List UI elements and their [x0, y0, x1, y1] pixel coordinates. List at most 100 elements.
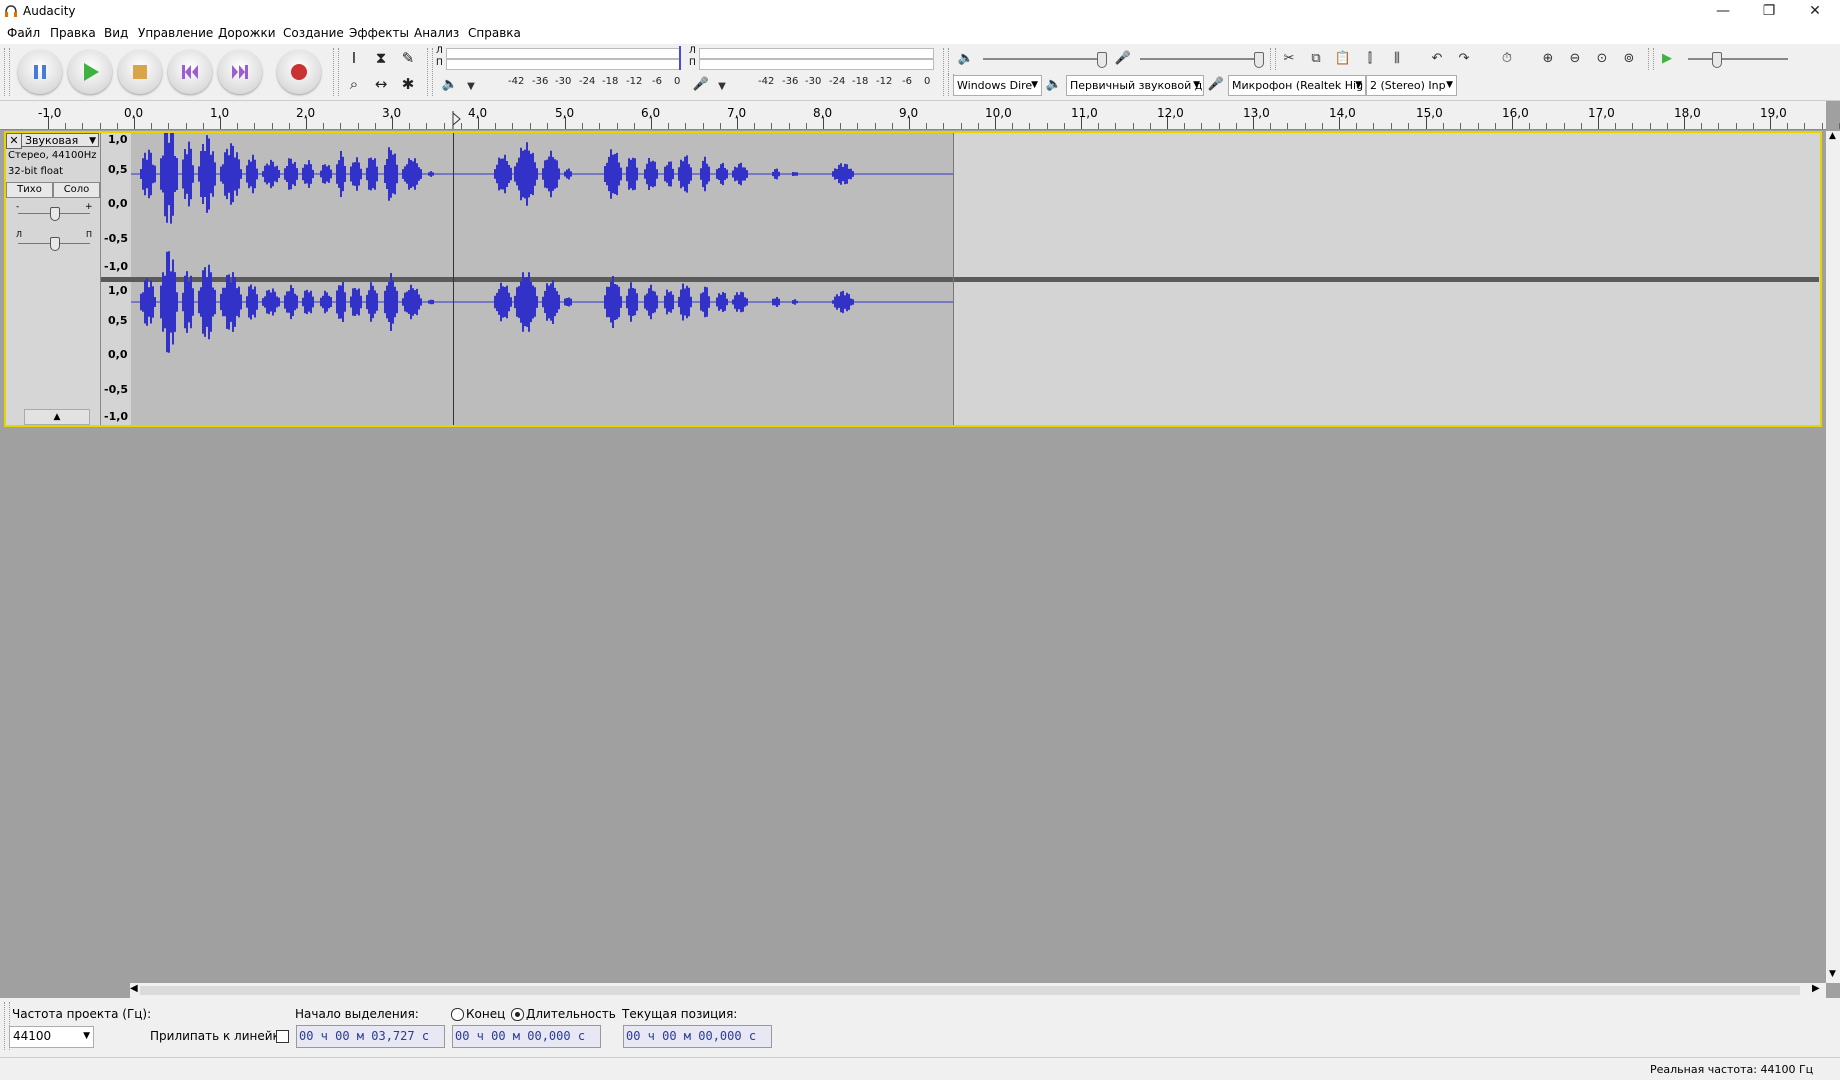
- playhead-marker-icon[interactable]: [452, 105, 462, 129]
- play-button[interactable]: [68, 50, 112, 94]
- ruler-minor-tick: [1322, 123, 1323, 129]
- end-radio[interactable]: [451, 1008, 464, 1021]
- waveform-display[interactable]: [131, 133, 953, 425]
- selection-start-field[interactable]: 00 ч 00 м 03,727 с: [296, 1025, 445, 1048]
- playback-volume-thumb[interactable]: [1097, 52, 1107, 68]
- sync-lock-icon[interactable]: ⏱: [1496, 48, 1518, 70]
- ruler-minor-tick: [1356, 123, 1357, 129]
- record-volume-thumb[interactable]: [1254, 52, 1264, 68]
- zoom-tool-icon[interactable]: ⌕: [342, 72, 366, 96]
- snap-to-checkbox[interactable]: [276, 1030, 289, 1043]
- ruler-minor-tick: [358, 123, 359, 129]
- waveform-segment: [494, 282, 512, 322]
- multi-tool-icon[interactable]: ✱: [396, 72, 420, 96]
- minimize-button[interactable]: —: [1700, 0, 1746, 24]
- play-speed-slider[interactable]: [1688, 58, 1788, 60]
- track-bit-depth: 32-bit float: [8, 166, 64, 177]
- menu-help[interactable]: Справка: [468, 26, 521, 40]
- playback-meter-right: [699, 59, 934, 70]
- stop-button[interactable]: [118, 50, 162, 94]
- toolbar-grip[interactable]: [333, 48, 339, 96]
- solo-button[interactable]: Соло: [53, 182, 100, 198]
- playback-meter-speaker-icon[interactable]: 🔈: [439, 74, 461, 96]
- scroll-down-icon[interactable]: ▼: [1829, 969, 1836, 979]
- selection-tool-icon[interactable]: I: [342, 46, 366, 70]
- scale-tick: -30: [555, 76, 572, 87]
- menu-effects[interactable]: Эффекты: [349, 26, 409, 40]
- ruler-minor-tick: [237, 123, 238, 129]
- time-shift-tool-icon[interactable]: ↔: [369, 72, 393, 96]
- horizontal-scrollbar[interactable]: ◀ ▶: [130, 983, 1826, 998]
- restore-button[interactable]: ❐: [1746, 0, 1792, 24]
- meter-bars[interactable]: Л П Л П: [436, 46, 936, 70]
- waveform-segment: [716, 162, 728, 186]
- zoom-in-icon[interactable]: ⊕: [1537, 48, 1559, 70]
- waveform-segment: [678, 283, 692, 321]
- zoom-out-icon[interactable]: ⊖: [1564, 48, 1586, 70]
- trim-icon[interactable]: ⫿: [1359, 48, 1381, 70]
- menu-tracks[interactable]: Дорожки: [218, 26, 276, 40]
- record-volume-slider[interactable]: [1140, 58, 1258, 60]
- audio-position-field[interactable]: 00 ч 00 м 00,000 с: [623, 1025, 772, 1048]
- input-device-select[interactable]: Микрофон (Realtek Hig ▼: [1228, 75, 1366, 96]
- output-device-select[interactable]: Первичный звуковой д ▼: [1066, 75, 1204, 96]
- scroll-right-icon[interactable]: ▶: [1812, 983, 1820, 994]
- menu-transport[interactable]: Управление: [138, 26, 213, 40]
- project-rate-select[interactable]: 44100 ▼: [9, 1026, 94, 1048]
- mute-button[interactable]: Тихо: [6, 182, 53, 198]
- skip-to-start-button[interactable]: [168, 50, 212, 94]
- menu-edit[interactable]: Правка: [50, 26, 96, 40]
- vertical-scrollbar[interactable]: ▲ ▼: [1826, 131, 1840, 983]
- selection-end-length-field[interactable]: 00 ч 00 м 00,000 с: [452, 1025, 601, 1048]
- audio-host-select[interactable]: Windows Dire ▼: [953, 75, 1042, 96]
- collapse-track-button[interactable]: ▲: [24, 409, 90, 425]
- playback-volume-slider[interactable]: [983, 58, 1101, 60]
- menu-view[interactable]: Вид: [104, 26, 128, 40]
- close-track-icon[interactable]: ✕: [6, 133, 22, 149]
- redo-icon[interactable]: ↷: [1453, 48, 1475, 70]
- track-name-menu[interactable]: Звуковая ▼: [21, 133, 99, 147]
- waveform-segment: [160, 133, 178, 224]
- draw-tool-icon[interactable]: ✎: [396, 46, 420, 70]
- play-at-speed-icon[interactable]: ▶: [1656, 48, 1678, 70]
- play-speed-thumb[interactable]: [1712, 52, 1722, 68]
- menu-analyze[interactable]: Анализ: [414, 26, 459, 40]
- paste-icon[interactable]: 📋: [1332, 48, 1354, 70]
- toolbar-grip[interactable]: [1270, 48, 1276, 70]
- timeline-ruler[interactable]: -1,0 0,0 1,0 2,0 3,0 4,0 5,0 6,0 7,0 8,0 9,0 10,0 11…: [0, 101, 1840, 130]
- length-radio[interactable]: [511, 1008, 524, 1021]
- record-button[interactable]: [277, 50, 321, 94]
- meter-menu-icon[interactable]: ▼: [711, 76, 733, 98]
- undo-icon[interactable]: ↶: [1426, 48, 1448, 70]
- input-channels-select[interactable]: 2 (Stereo) Inp ▼: [1366, 75, 1457, 96]
- horizontal-scroll-thumb[interactable]: [140, 986, 1800, 995]
- gain-slider-thumb[interactable]: [50, 207, 60, 221]
- pause-button[interactable]: [18, 50, 62, 94]
- fit-selection-icon[interactable]: ⊙: [1591, 48, 1613, 70]
- lower-channel-scale[interactable]: 1,0 0,5 0,0 -0,5 -1,0: [101, 282, 131, 425]
- waveform-segment: [284, 158, 298, 190]
- toolbar-area: I ⧗ ✎ ⌕ ↔ ✱ Л П Л П 🔈 ▼ -42 -36 -30 -24 …: [0, 44, 1840, 101]
- scroll-up-icon[interactable]: ▲: [1829, 131, 1836, 141]
- waveform-segment: [514, 142, 538, 206]
- skip-to-end-button[interactable]: [218, 50, 262, 94]
- pan-slider-thumb[interactable]: [50, 237, 60, 251]
- cut-icon[interactable]: ✂: [1278, 48, 1300, 70]
- menu-file[interactable]: Файл: [7, 26, 40, 40]
- scroll-left-icon[interactable]: ◀: [130, 983, 138, 994]
- fit-project-icon[interactable]: ⊚: [1618, 48, 1640, 70]
- meter-menu-icon[interactable]: ▼: [460, 76, 482, 98]
- toolbar-grip[interactable]: [4, 48, 10, 96]
- ruler-minor-tick: [82, 123, 83, 129]
- close-button[interactable]: ✕: [1792, 0, 1838, 24]
- copy-icon[interactable]: ⧉: [1305, 48, 1327, 70]
- ruler-minor-tick: [617, 123, 618, 129]
- toolbar-grip[interactable]: [427, 48, 433, 96]
- toolbar-grip[interactable]: [1648, 48, 1654, 70]
- waveform-segment: [402, 284, 422, 320]
- envelope-tool-icon[interactable]: ⧗: [369, 46, 393, 70]
- upper-channel-scale[interactable]: 1,0 0,5 0,0 -0,5 -1,0: [101, 133, 131, 277]
- menu-generate[interactable]: Создание: [283, 26, 344, 40]
- silence-icon[interactable]: ⫼: [1386, 48, 1408, 70]
- record-meter-mic-icon[interactable]: 🎤: [690, 74, 712, 96]
